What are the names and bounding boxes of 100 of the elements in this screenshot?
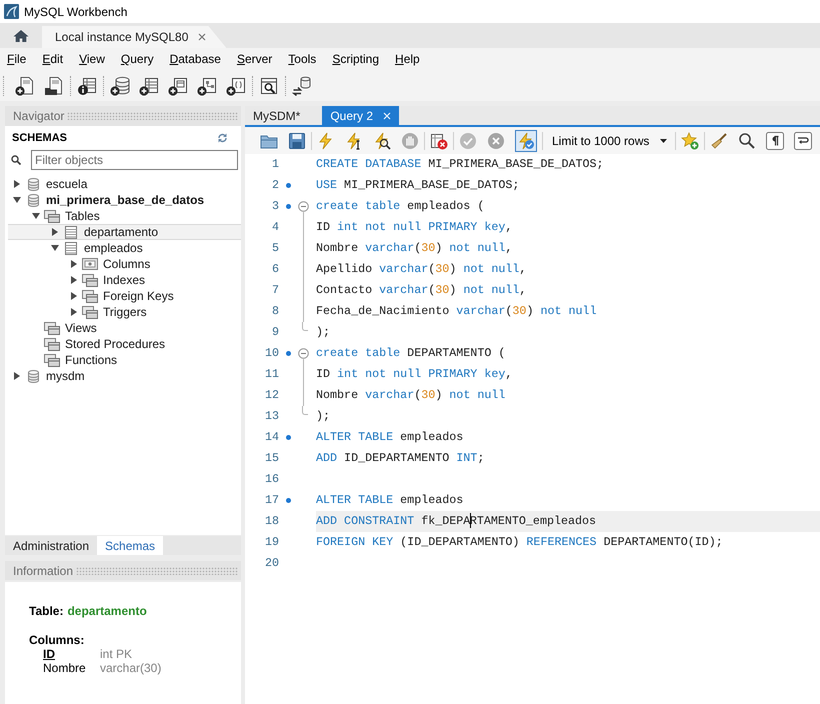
code-line: ID int not null PRIMARY key, bbox=[316, 218, 512, 236]
procedure-plus-icon[interactable] bbox=[197, 76, 217, 96]
panel-title: Navigator bbox=[13, 108, 64, 125]
code-line: Apellido varchar(30) not null, bbox=[316, 260, 526, 278]
code-editor[interactable] bbox=[245, 154, 820, 704]
tree-item[interactable]: escuela bbox=[8, 176, 241, 192]
close-icon[interactable] bbox=[198, 33, 206, 41]
caret-down-icon[interactable] bbox=[32, 212, 40, 220]
menu-item[interactable]: Server bbox=[236, 50, 272, 68]
line-number: 17 bbox=[264, 492, 280, 509]
menu-item[interactable]: Help bbox=[395, 50, 420, 68]
tree-item[interactable]: Views bbox=[8, 320, 241, 336]
code-line: create table DEPARTAMENTO ( bbox=[316, 344, 506, 362]
filter-field[interactable]: Filter objects bbox=[31, 150, 238, 170]
table-plus-icon[interactable] bbox=[139, 76, 159, 96]
line-number: 14 bbox=[264, 428, 280, 446]
database-plus-icon[interactable] bbox=[110, 76, 130, 96]
tree-item[interactable]: mi_primera_base_de_datos bbox=[8, 192, 241, 208]
caret-right-icon[interactable] bbox=[70, 260, 78, 268]
caret-down-icon bbox=[660, 138, 667, 142]
menu-item[interactable]: Query bbox=[120, 50, 154, 68]
stack-icon bbox=[82, 274, 98, 286]
menu-item[interactable]: Tools bbox=[288, 50, 316, 68]
code-line: USE MI_PRIMERA_BASE_DE_DATOS; bbox=[316, 176, 520, 194]
caret-down-icon[interactable] bbox=[13, 196, 21, 204]
stack-icon bbox=[82, 290, 98, 302]
refresh-icon[interactable] bbox=[217, 133, 228, 143]
code-line: ); bbox=[316, 324, 330, 341]
window-plus-icon[interactable] bbox=[168, 76, 188, 96]
save-icon[interactable] bbox=[288, 132, 306, 150]
line-number: 5 bbox=[270, 240, 280, 257]
menu-item[interactable]: File bbox=[7, 50, 26, 68]
tree-item[interactable]: Stored Procedures bbox=[8, 336, 241, 352]
broom-icon[interactable] bbox=[710, 132, 728, 150]
search-icon[interactable] bbox=[738, 132, 756, 150]
tree-item[interactable]: Functions bbox=[8, 352, 241, 368]
info-label: Table: bbox=[29, 603, 64, 620]
database-icon bbox=[28, 370, 38, 382]
line-number: 12 bbox=[264, 386, 280, 404]
table-icon bbox=[65, 226, 77, 238]
tree-item[interactable]: Columns bbox=[8, 256, 241, 272]
menu-item[interactable]: Scripting bbox=[332, 50, 380, 68]
stack-icon bbox=[82, 306, 98, 318]
file-folder-icon[interactable] bbox=[44, 76, 64, 96]
section-title: SCHEMAS bbox=[12, 130, 68, 146]
code-line: Nombre varchar(30) not null bbox=[316, 386, 506, 404]
editor-tab[interactable]: Query 2 bbox=[322, 106, 400, 125]
panel-tab[interactable]: Schemas bbox=[97, 536, 164, 555]
menu-item[interactable]: View bbox=[79, 50, 105, 68]
tree-item[interactable]: mysdm bbox=[8, 368, 241, 384]
limit-rows-dropdown[interactable]: Limit to 1000 rows bbox=[548, 130, 670, 150]
caret-right-icon[interactable] bbox=[13, 372, 21, 380]
database-icon bbox=[28, 178, 38, 190]
table-search-icon[interactable] bbox=[259, 76, 279, 96]
table-icon bbox=[65, 242, 77, 254]
database-icon bbox=[28, 194, 38, 206]
line-number: 18 bbox=[264, 512, 280, 530]
menu-item[interactable]: Database bbox=[170, 50, 221, 68]
panel-tab[interactable]: Administration bbox=[5, 536, 98, 555]
fold-toggle-icon[interactable] bbox=[298, 201, 308, 212]
editor-tab[interactable]: MySDM* bbox=[245, 106, 322, 125]
caret-down-icon[interactable] bbox=[51, 244, 59, 252]
table-x-icon[interactable] bbox=[430, 132, 448, 150]
tree-item[interactable]: Triggers bbox=[8, 304, 241, 320]
line-number: 15 bbox=[264, 450, 280, 467]
tree-item[interactable]: empleados bbox=[8, 240, 241, 256]
stack-icon bbox=[44, 354, 60, 366]
autocommit-icon[interactable] bbox=[515, 130, 537, 152]
menu-item[interactable]: Edit bbox=[42, 50, 64, 68]
line-number: 2 bbox=[270, 176, 280, 194]
tree-item[interactable]: Indexes bbox=[8, 272, 241, 288]
info-table-icon[interactable] bbox=[77, 76, 97, 96]
line-number: 8 bbox=[270, 302, 280, 320]
code-line: Contacto varchar(30) not null, bbox=[316, 282, 526, 299]
panel-title: Information bbox=[13, 562, 74, 580]
line-number: 19 bbox=[264, 534, 280, 551]
code-line: create table empleados ( bbox=[316, 198, 484, 215]
connection-tab[interactable]: Local instance MySQL80 bbox=[42, 26, 226, 48]
tree-item[interactable]: Foreign Keys bbox=[8, 288, 241, 304]
lightning-magnifier-icon[interactable] bbox=[373, 132, 391, 150]
caret-right-icon[interactable] bbox=[70, 308, 78, 316]
table-name: departamento bbox=[67, 603, 147, 620]
caret-right-icon[interactable] bbox=[51, 228, 59, 236]
line-number: 7 bbox=[270, 282, 280, 299]
caret-right-icon[interactable] bbox=[70, 292, 78, 300]
database-arrows-icon[interactable] bbox=[292, 76, 312, 96]
tree-item[interactable]: Tables bbox=[8, 208, 241, 224]
function-plus-icon[interactable] bbox=[226, 76, 246, 96]
tree-item[interactable]: departamento bbox=[8, 224, 241, 240]
fold-toggle-icon[interactable] bbox=[298, 348, 308, 359]
line-number: 1 bbox=[270, 156, 280, 173]
file-plus-icon[interactable] bbox=[15, 76, 35, 96]
caret-right-icon[interactable] bbox=[13, 180, 21, 188]
line-number: 4 bbox=[270, 218, 280, 236]
column-name: Nombre bbox=[43, 660, 87, 677]
home-icon[interactable] bbox=[13, 29, 29, 43]
pilcrow-icon[interactable] bbox=[766, 132, 784, 150]
caret-right-icon[interactable] bbox=[70, 276, 78, 284]
line-number: 13 bbox=[264, 408, 280, 425]
star-plus-icon[interactable] bbox=[681, 132, 699, 150]
